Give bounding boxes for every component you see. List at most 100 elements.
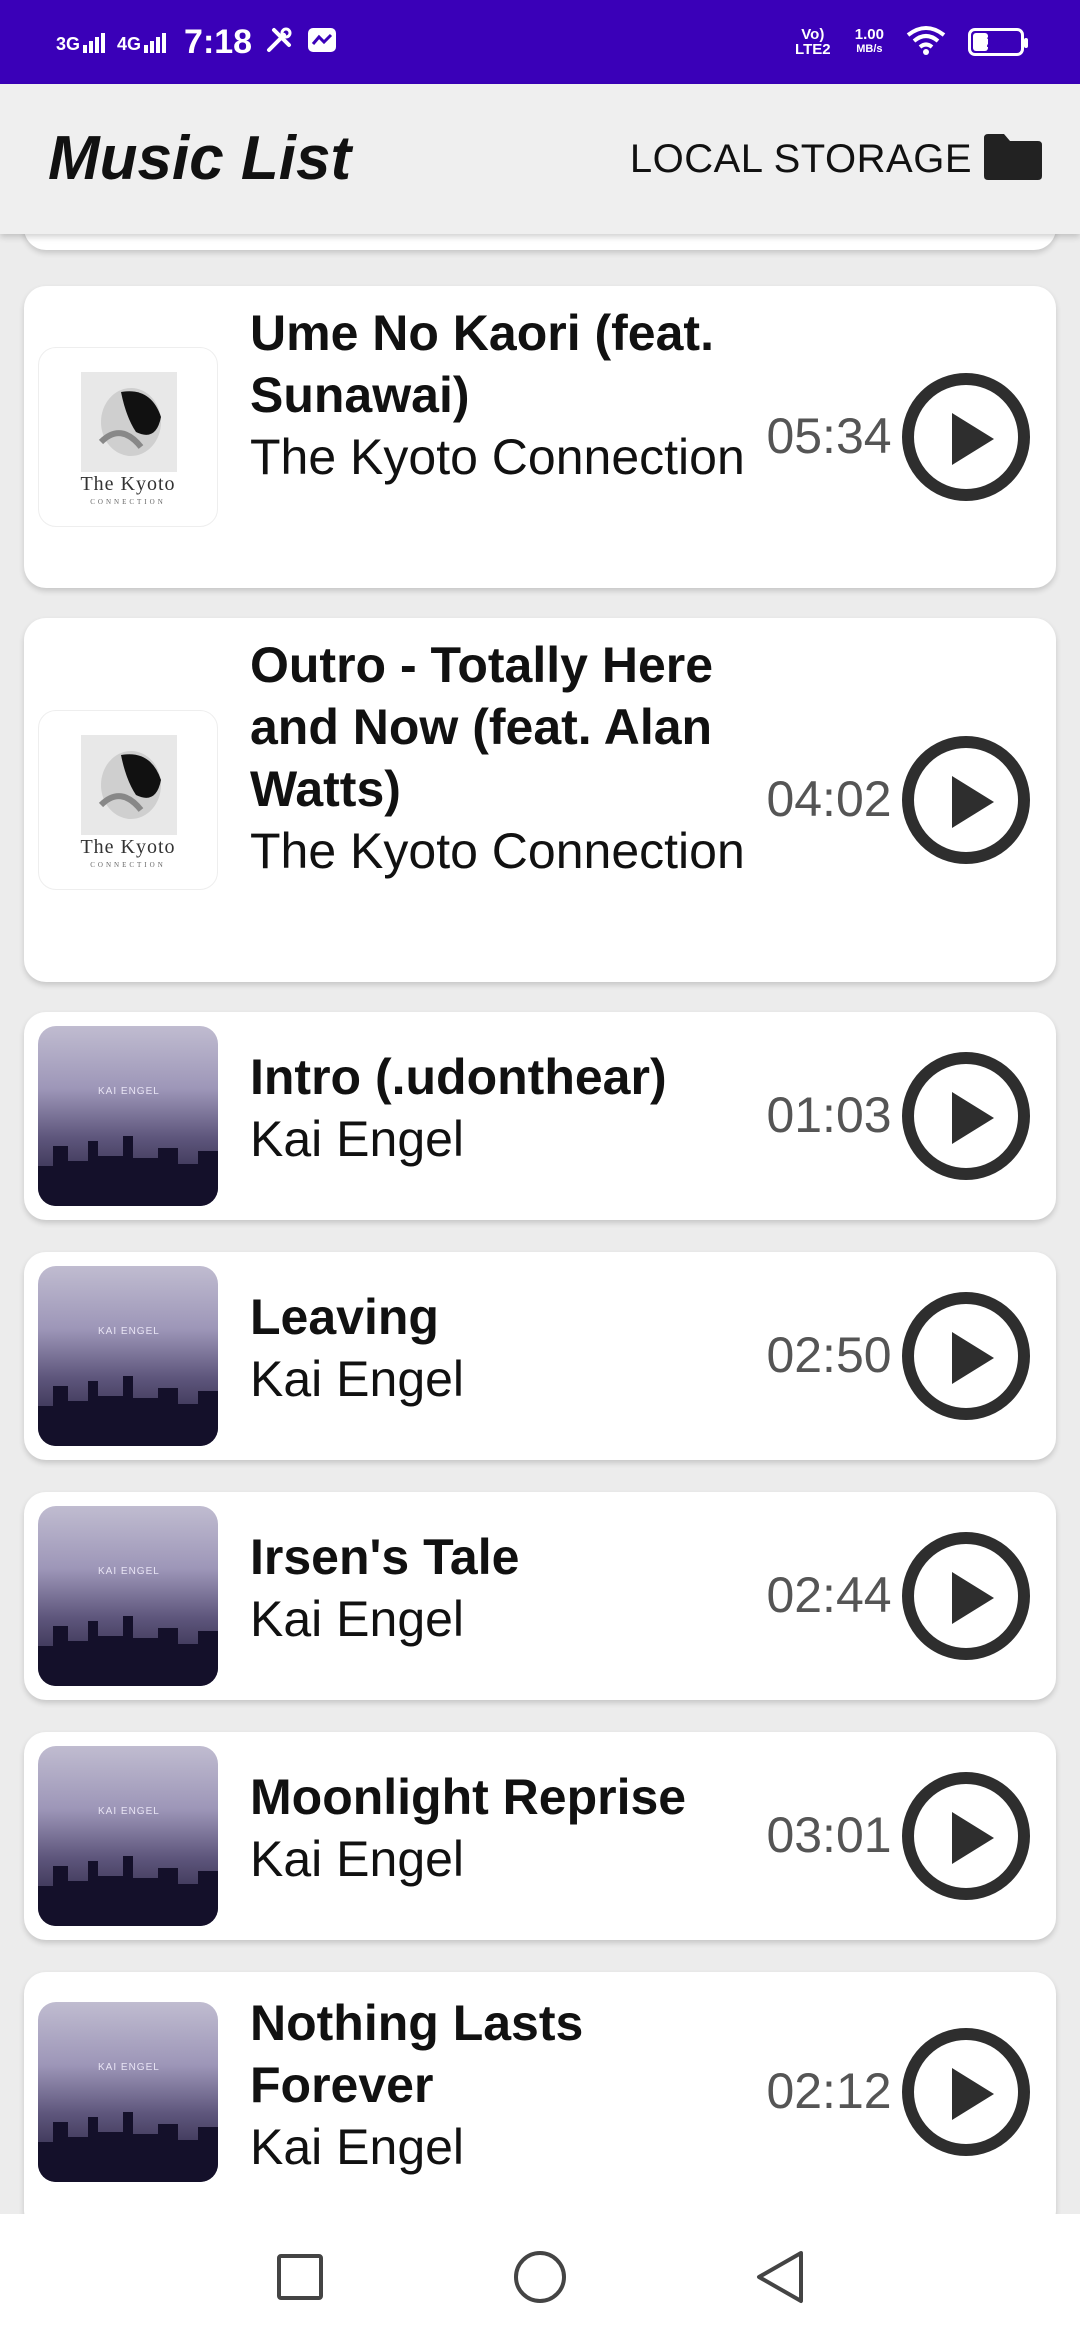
status-time: 7:18	[184, 22, 253, 61]
album-art: KAI ENGEL	[38, 1746, 218, 1926]
play-button[interactable]	[902, 2028, 1030, 2156]
song-duration: 02:50	[766, 1327, 892, 1383]
song-duration: 02:44	[766, 1567, 892, 1623]
album-art-title: KAI ENGEL	[98, 1566, 160, 1577]
play-icon	[952, 1092, 994, 1144]
song-artist: Kai Engel	[250, 1351, 465, 1407]
song-title: Nothing Lasts Forever	[250, 1995, 584, 2113]
play-icon	[952, 776, 994, 828]
folder-icon	[982, 132, 1044, 187]
page-title: Music List	[48, 124, 352, 193]
song-card[interactable]: KAI ENGEL Moonlight Reprise Kai Engel 03…	[24, 1732, 1056, 1940]
song-artist: The Kyoto Connection	[250, 823, 745, 879]
battery-fill	[973, 33, 988, 51]
album-art-image	[38, 2112, 218, 2182]
wifi-icon	[906, 25, 946, 60]
play-icon	[952, 1332, 994, 1384]
song-card[interactable]: The Kyoto CONNECTION Outro - Totally Her…	[24, 618, 1056, 982]
song-card[interactable]: KAI ENGEL Intro (.udonthear) Kai Engel 0…	[24, 1012, 1056, 1220]
album-art-subtitle: CONNECTION	[90, 498, 166, 506]
album-art-title: KAI ENGEL	[98, 1806, 160, 1817]
play-button[interactable]	[902, 736, 1030, 864]
song-duration: 05:34	[766, 408, 892, 464]
song-info: Irsen's Tale Kai Engel	[250, 1526, 760, 1650]
song-artist: Kai Engel	[250, 1831, 465, 1887]
song-info: Leaving Kai Engel	[250, 1286, 760, 1410]
play-button[interactable]	[902, 1052, 1030, 1180]
app-bar: Music List LOCAL STORAGE	[0, 84, 1080, 234]
album-art-subtitle: CONNECTION	[90, 861, 166, 869]
song-title: Ume No Kaori (feat. Sunawai)	[250, 305, 714, 423]
signal-3g-icon: 3G	[56, 31, 106, 54]
album-art-image	[81, 372, 177, 472]
song-duration: 03:01	[766, 1807, 892, 1863]
local-storage-label: LOCAL STORAGE	[629, 136, 972, 181]
song-duration: 02:12	[766, 2063, 892, 2119]
song-info: Ume No Kaori (feat. Sunawai) The Kyoto C…	[250, 302, 760, 488]
tools-icon	[264, 25, 294, 60]
album-art: The Kyoto CONNECTION	[38, 347, 218, 527]
song-title: Outro - Totally Here and Now (feat. Alan…	[250, 637, 714, 817]
album-art-image	[81, 735, 177, 835]
network-speed: 1.00 MB/s	[855, 27, 884, 57]
song-card[interactable]: KAI ENGEL Irsen's Tale Kai Engel 02:44	[24, 1492, 1056, 1700]
album-art: KAI ENGEL	[38, 2002, 218, 2182]
signal-4g-icon: 4G	[117, 31, 167, 54]
navigation-bar	[0, 2214, 1080, 2340]
song-title: Leaving	[250, 1289, 439, 1345]
back-button[interactable]	[750, 2247, 810, 2307]
battery-level: 29	[986, 32, 1006, 51]
play-button[interactable]	[902, 1292, 1030, 1420]
song-artist: The Kyoto Connection	[250, 429, 745, 485]
message-icon	[306, 25, 338, 60]
album-art: The Kyoto CONNECTION	[38, 710, 218, 890]
song-list[interactable]: The Kyoto CONNECTION Ume No Kaori (feat.…	[0, 234, 1080, 2214]
play-button[interactable]	[902, 1532, 1030, 1660]
play-icon	[952, 2068, 994, 2120]
album-art-title: KAI ENGEL	[98, 1086, 160, 1097]
album-art-title: The Kyoto	[80, 836, 176, 858]
play-icon	[952, 1572, 994, 1624]
song-title: Moonlight Reprise	[250, 1769, 687, 1825]
song-artist: Kai Engel	[250, 1111, 465, 1167]
battery-icon: 29	[968, 28, 1028, 56]
play-button[interactable]	[902, 373, 1030, 501]
song-duration: 01:03	[766, 1087, 892, 1143]
local-storage-button[interactable]: LOCAL STORAGE	[630, 84, 1044, 234]
play-button[interactable]	[902, 1772, 1030, 1900]
home-button[interactable]	[510, 2247, 570, 2307]
song-artist: Kai Engel	[250, 1591, 465, 1647]
song-title: Irsen's Tale	[250, 1529, 520, 1585]
recents-button[interactable]	[270, 2247, 330, 2307]
album-art-title: The Kyoto	[80, 473, 176, 495]
song-info: Intro (.udonthear) Kai Engel	[250, 1046, 760, 1170]
status-bar: 3G 4G 7:18 Vo) LTE2 1.00 MB/s 29	[0, 0, 1080, 84]
album-art-image	[38, 1616, 218, 1686]
play-icon	[952, 413, 994, 465]
network-speed-value: 1.00	[854, 26, 884, 43]
song-card[interactable]: KAI ENGEL Nothing Lasts Forever Kai Enge…	[24, 1972, 1056, 2214]
song-duration: 04:02	[766, 771, 892, 827]
network-3g-label: 3G	[56, 34, 81, 54]
album-art: KAI ENGEL	[38, 1026, 218, 1206]
album-art-image	[38, 1856, 218, 1926]
song-card[interactable]: The Kyoto CONNECTION Ume No Kaori (feat.…	[24, 286, 1056, 588]
home-icon	[514, 2251, 566, 2303]
back-icon	[757, 2251, 803, 2303]
song-artist: Kai Engel	[250, 2119, 465, 2175]
recents-icon	[277, 2254, 323, 2300]
album-art-title: KAI ENGEL	[98, 1326, 160, 1337]
network-4g-label: 4G	[117, 34, 142, 54]
song-title: Intro (.udonthear)	[250, 1049, 667, 1105]
album-art-title: KAI ENGEL	[98, 2062, 160, 2073]
album-art: KAI ENGEL	[38, 1506, 218, 1686]
song-info: Nothing Lasts Forever Kai Engel	[250, 1992, 760, 2178]
song-card[interactable]: KAI ENGEL Leaving Kai Engel 02:50	[24, 1252, 1056, 1460]
album-art-image	[38, 1376, 218, 1446]
album-art-image	[38, 1136, 218, 1206]
album-art: KAI ENGEL	[38, 1266, 218, 1446]
song-info: Moonlight Reprise Kai Engel	[250, 1766, 760, 1890]
network-speed-unit: MB/s	[856, 43, 883, 55]
volte-indicator: Vo) LTE2	[795, 26, 831, 58]
play-icon	[952, 1812, 994, 1864]
